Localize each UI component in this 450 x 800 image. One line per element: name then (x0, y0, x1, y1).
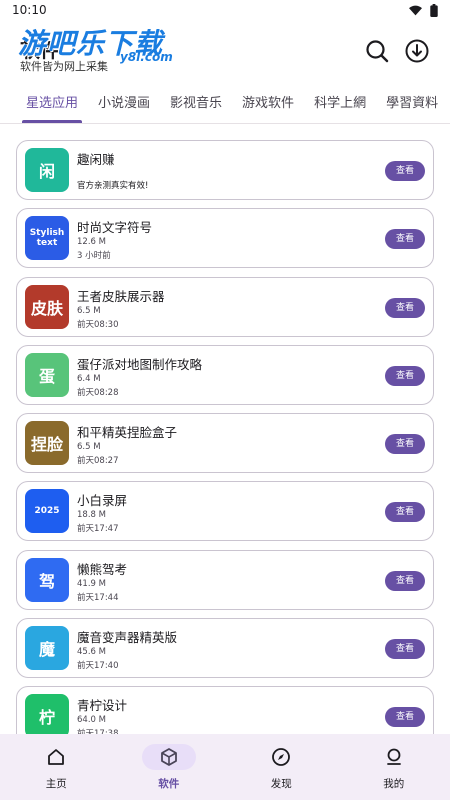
app-updated-time: 前天08:28 (77, 387, 119, 398)
nav-item-0[interactable]: 主页 (0, 734, 113, 800)
app-icon-stylish-text: Stylish text (25, 216, 69, 261)
status-time: 10:10 (12, 3, 47, 17)
app-icon-screen-recorder: 2025 (25, 489, 69, 534)
app-name: 青柠设计 (77, 698, 128, 714)
app-name: 蛋仔派对地图制作攻略 (77, 356, 203, 372)
app-card[interactable]: 捏脸 和平精英捏脸盒子 6.5 M 前天08:27 查看 (16, 413, 434, 474)
search-icon[interactable] (364, 38, 390, 64)
view-button[interactable]: 查看 (385, 639, 425, 660)
view-button[interactable]: 查看 (385, 502, 425, 523)
app-description: 官方亲测真实有效! (77, 181, 149, 191)
app-size: 45.6 M (77, 647, 106, 658)
app-size: 18.8 M (77, 510, 106, 521)
app-card[interactable]: 皮肤 王者皮肤展示器 6.5 M 前天08:30 查看 (16, 276, 434, 337)
app-size: 41.9 M (77, 578, 106, 589)
view-button[interactable]: 查看 (385, 297, 425, 318)
battery-icon (430, 3, 438, 17)
box-icon (141, 744, 196, 770)
app-updated-time: 前天17:38 (77, 727, 119, 734)
app-list: 闲趣闲赚官方亲测真实有效! 查看 Stylish text 时尚文字符号 12.6 M 3… (16, 140, 434, 734)
app-name: 趣闲赚 (77, 152, 115, 167)
nav-label: 发现 (270, 778, 292, 790)
watermark-url: y8l.com (120, 50, 173, 64)
wifi-icon (409, 5, 422, 15)
nav-label: 主页 (45, 778, 67, 790)
app-card[interactable]: 闲趣闲赚官方亲测真实有效! 查看 (16, 140, 434, 200)
nav-item-3[interactable]: 我的 (338, 734, 450, 800)
tab-4[interactable]: 科学上網 (304, 84, 376, 123)
nav-label: 我的 (383, 778, 405, 790)
bottom-navigation: 主页 软件 发现 我的 (0, 734, 450, 800)
app-size: 6.5 M (77, 305, 101, 316)
app-name: 时尚文字符号 (77, 220, 153, 236)
view-button[interactable]: 查看 (385, 434, 425, 455)
app-card[interactable]: 2025 小白录屏 18.8 M 前天17:47 查看 (16, 481, 434, 542)
app-size: 6.4 M (77, 373, 101, 384)
app-icon-quxianzhuan: 闲 (25, 148, 69, 192)
profile-icon (367, 744, 421, 770)
app-name: 小白录屏 (77, 493, 128, 509)
app-size: 6.5 M (77, 442, 101, 453)
view-button[interactable]: 查看 (385, 570, 425, 591)
app-size: 64.0 M (77, 715, 106, 726)
tab-1[interactable]: 小说漫画 (88, 84, 160, 123)
category-tabs: 星选应用小说漫画影视音乐游戏软件科学上網學習資料學習 (0, 84, 450, 124)
app-name: 和平精英捏脸盒子 (77, 425, 178, 441)
nav-item-2[interactable]: 发现 (225, 734, 338, 800)
app-icon-face-box: 捏脸 (25, 421, 69, 466)
tab-3[interactable]: 游戏软件 (232, 84, 304, 123)
app-updated-time: 前天08:30 (77, 319, 119, 330)
status-bar: 10:10 (0, 0, 450, 20)
view-button[interactable]: 查看 (385, 229, 425, 250)
app-size: 12.6 M (77, 237, 106, 248)
app-icon-eggy-party: 蛋 (25, 352, 69, 397)
app-name: 魔音变声器精英版 (77, 630, 178, 646)
app-name: 王者皮肤展示器 (77, 288, 165, 304)
app-card[interactable]: 驾懒熊驾考 41.9 M 前天17:44 查看 (16, 549, 434, 610)
app-icon-qingning-design: 柠 (25, 694, 69, 734)
tab-0[interactable]: 星选应用 (0, 84, 88, 123)
app-updated-time: 前天17:44 (77, 592, 119, 603)
app-icon-driving-test: 驾 (25, 557, 69, 602)
app-updated-time: 3 小时前 (77, 251, 111, 262)
view-button[interactable]: 查看 (385, 707, 425, 728)
download-icon[interactable] (404, 38, 430, 64)
app-updated-time: 前天17:40 (77, 661, 119, 672)
nav-label: 软件 (158, 778, 180, 790)
view-button[interactable]: 查看 (385, 161, 425, 181)
app-name: 懒熊驾考 (77, 561, 128, 577)
app-icon-skin-viewer: 皮肤 (25, 284, 69, 329)
compass-icon (254, 744, 308, 770)
app-updated-time: 前天08:27 (77, 456, 119, 467)
tab-2[interactable]: 影视音乐 (160, 84, 232, 123)
app-card[interactable]: 魔魔音变声器精英版 45.6 M 前天17:40 查看 (16, 618, 434, 679)
app-header: 软件 软件皆为网上采集 游吧乐下载 y8l.com (0, 20, 450, 84)
tab-5[interactable]: 學習資料 (376, 84, 448, 123)
app-card[interactable]: Stylish text 时尚文字符号 12.6 M 3 小时前 查看 (16, 208, 434, 269)
view-button[interactable]: 查看 (385, 365, 425, 386)
app-updated-time: 前天17:47 (77, 524, 119, 535)
app-card[interactable]: 柠青柠设计64.0 M前天17:38 查看 (16, 686, 434, 734)
nav-item-1[interactable]: 软件 (113, 734, 226, 800)
home-icon (29, 744, 83, 770)
app-card[interactable]: 蛋蛋仔派对地图制作攻略 6.4 M 前天08:28 查看 (16, 344, 434, 405)
app-icon-voice-changer: 魔 (25, 626, 69, 671)
